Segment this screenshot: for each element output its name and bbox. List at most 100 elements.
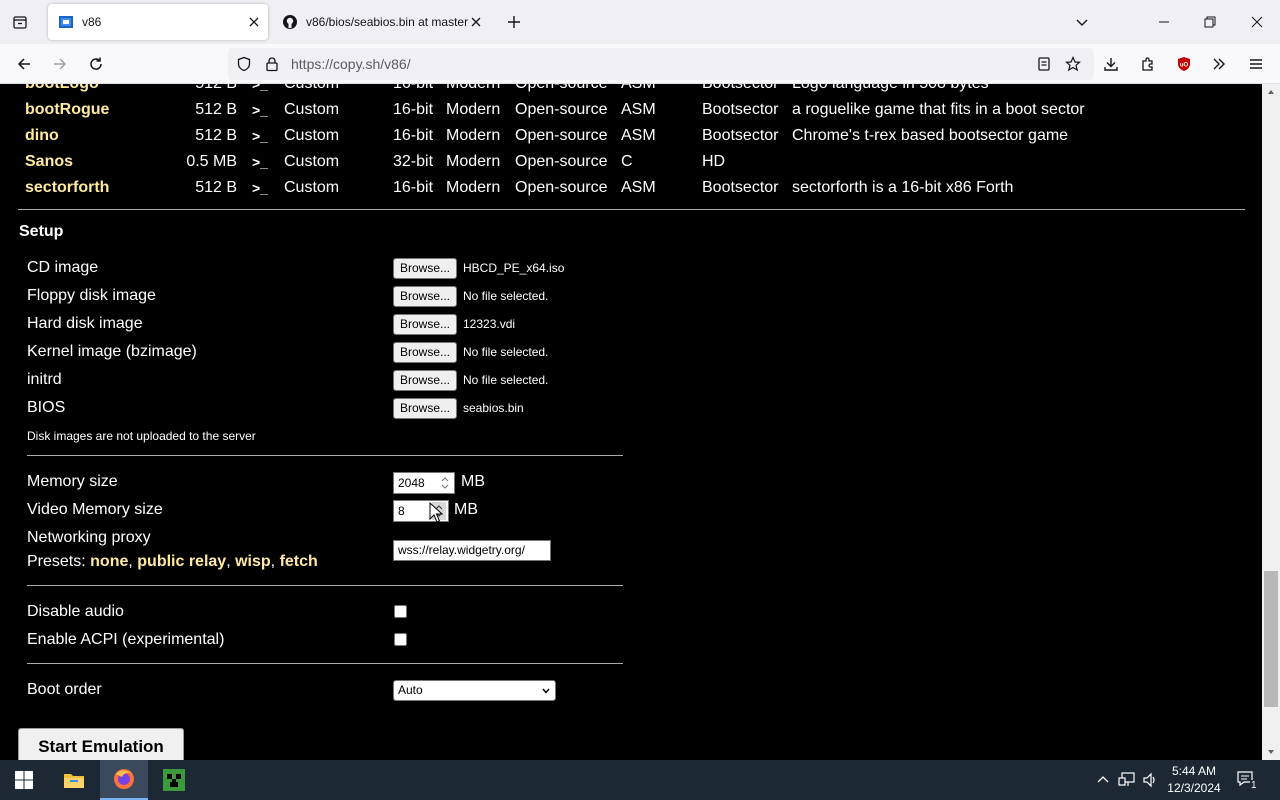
page-content: bootLogo 512 B >_ Custom 16-bit Modern Open-so… bbox=[0, 84, 1262, 760]
network-icon[interactable] bbox=[1118, 772, 1136, 788]
selected-file-name: No file selected. bbox=[463, 373, 549, 387]
os-desc-cell: sectorforth is a 16-bit x86 Forth bbox=[792, 179, 1014, 196]
os-name-link[interactable]: sectorforth bbox=[25, 179, 109, 197]
memory-size-input[interactable]: 2048 bbox=[393, 472, 455, 494]
browse-button[interactable]: Browse... bbox=[393, 342, 457, 363]
os-name-link[interactable]: bootLogo bbox=[25, 84, 99, 93]
reload-button[interactable] bbox=[82, 50, 110, 78]
preset-public-relay-link[interactable]: public relay bbox=[137, 553, 226, 570]
os-desc-cell: Chrome's t-rex based bootsector game bbox=[792, 127, 1069, 144]
file-setting-label: BIOS bbox=[27, 399, 66, 416]
lock-icon[interactable] bbox=[264, 56, 280, 72]
os-ui-cell: Custom bbox=[284, 179, 340, 196]
enable-acpi-label: Enable ACPI (experimental) bbox=[27, 631, 225, 648]
v86-favicon-icon bbox=[59, 16, 73, 28]
os-name-link[interactable]: Sanos bbox=[25, 153, 73, 171]
browse-button[interactable]: Browse... bbox=[393, 258, 457, 279]
restore-button[interactable] bbox=[1196, 8, 1224, 36]
memory-size-value: 2048 bbox=[398, 476, 425, 490]
shield-icon[interactable] bbox=[236, 56, 252, 72]
table-row: bootLogo 512 B >_ Custom 16-bit Modern Open-so… bbox=[0, 84, 1260, 98]
tab-title: v86 bbox=[82, 15, 102, 29]
os-license-cell: Open-source bbox=[515, 101, 608, 118]
show-hidden-icons-icon[interactable] bbox=[1096, 773, 1110, 787]
browse-button[interactable]: Browse... bbox=[393, 314, 457, 335]
tab-overview-button[interactable] bbox=[6, 8, 34, 36]
list-all-tabs-button[interactable] bbox=[1068, 8, 1096, 36]
divider bbox=[27, 663, 623, 664]
reader-view-icon[interactable] bbox=[1036, 56, 1052, 72]
notification-count: 1 bbox=[1250, 780, 1258, 791]
svg-text:uO: uO bbox=[1180, 63, 1189, 69]
minecraft-taskbar-button[interactable] bbox=[150, 760, 198, 800]
downloads-button[interactable] bbox=[1097, 50, 1125, 78]
os-size-cell: 512 B bbox=[195, 84, 237, 93]
new-tab-button[interactable] bbox=[500, 8, 528, 36]
file-setting-label: CD image bbox=[27, 259, 99, 276]
scroll-up-arrow-icon[interactable] bbox=[1267, 88, 1275, 96]
github-icon bbox=[283, 15, 297, 29]
overflow-menu-button[interactable] bbox=[1205, 50, 1233, 78]
download-icon bbox=[1104, 58, 1118, 71]
os-name-link[interactable]: bootRogue bbox=[25, 101, 109, 119]
video-memory-unit: MB bbox=[454, 501, 478, 518]
extensions-button[interactable] bbox=[1134, 50, 1162, 78]
disable-audio-checkbox[interactable] bbox=[394, 605, 407, 618]
notification-center-button[interactable]: 1 bbox=[1236, 770, 1260, 791]
preset-none-link[interactable]: none bbox=[90, 553, 128, 570]
arrow-right-icon bbox=[54, 58, 67, 70]
video-memory-value: 8 bbox=[398, 504, 405, 518]
close-icon bbox=[1251, 16, 1263, 28]
os-name-link[interactable]: dino bbox=[25, 127, 59, 145]
address-bar[interactable]: https://copy.sh/v86/ bbox=[228, 48, 1094, 80]
scroll-down-arrow-icon[interactable] bbox=[1267, 748, 1275, 756]
system-clock[interactable]: 5:44 AM 12/3/2024 bbox=[1160, 763, 1228, 797]
app-menu-button[interactable] bbox=[1242, 50, 1270, 78]
os-size-cell: 512 B bbox=[195, 127, 237, 144]
start-emulation-button[interactable]: Start Emulation bbox=[18, 728, 184, 760]
os-ui-icon-cell: >_ bbox=[252, 180, 268, 196]
start-button[interactable] bbox=[0, 760, 48, 800]
os-mode-cell: Modern bbox=[446, 101, 501, 118]
preset-fetch-link[interactable]: fetch bbox=[280, 553, 318, 570]
minimize-button[interactable] bbox=[1150, 8, 1178, 36]
browse-button[interactable]: Browse... bbox=[393, 370, 457, 391]
url-text[interactable]: https://copy.sh/v86/ bbox=[291, 56, 411, 72]
table-row: bootRogue 512 B >_ Custom 16-bit Modern Open-s… bbox=[0, 98, 1260, 124]
tab-github-seabios[interactable]: v86/bios/seabios.bin at master bbox=[272, 4, 490, 40]
enable-acpi-checkbox[interactable] bbox=[394, 633, 407, 646]
os-ui-icon-cell: >_ bbox=[252, 84, 268, 92]
tab-v86[interactable]: v86 bbox=[48, 4, 268, 40]
hamburger-menu-icon bbox=[1250, 59, 1262, 69]
file-setting-label: initrd bbox=[27, 371, 62, 388]
close-tab-icon[interactable] bbox=[246, 14, 262, 30]
networking-proxy-input[interactable]: wss://relay.widgetry.org/ bbox=[393, 540, 551, 561]
close-window-button[interactable] bbox=[1243, 8, 1271, 36]
file-explorer-taskbar-button[interactable] bbox=[50, 760, 98, 800]
scrollbar-thumb[interactable] bbox=[1264, 571, 1278, 707]
os-medium-cell: Bootsector bbox=[702, 179, 779, 196]
restore-icon bbox=[1204, 16, 1216, 28]
bookmark-star-icon[interactable] bbox=[1065, 56, 1081, 72]
selected-file-name: No file selected. bbox=[463, 289, 549, 303]
os-mode-cell: Modern bbox=[446, 127, 501, 144]
back-button[interactable] bbox=[10, 50, 38, 78]
browse-button[interactable]: Browse... bbox=[393, 398, 457, 419]
os-desc-cell: a roguelike game that fits in a boot sec… bbox=[792, 101, 1085, 118]
ublock-origin-button[interactable]: uO bbox=[1170, 50, 1198, 78]
double-chevron-right-icon bbox=[1213, 58, 1225, 70]
spinner-arrows-icon[interactable] bbox=[438, 474, 452, 492]
forward-button[interactable] bbox=[46, 50, 74, 78]
firefox-taskbar-button[interactable] bbox=[100, 760, 148, 800]
os-desc-cell: Logo language in 508 bytes bbox=[792, 84, 989, 93]
page-scrollbar[interactable] bbox=[1262, 84, 1280, 760]
preset-wisp-link[interactable]: wisp bbox=[235, 553, 271, 570]
os-ui-icon-cell: >_ bbox=[252, 154, 268, 170]
browse-button[interactable]: Browse... bbox=[393, 286, 457, 307]
table-divider bbox=[18, 209, 1245, 210]
close-tab-icon[interactable] bbox=[468, 14, 484, 30]
volume-icon[interactable] bbox=[1142, 772, 1158, 788]
os-arch-cell: 16-bit bbox=[393, 179, 434, 196]
file-setting-label: Kernel image (bzimage) bbox=[27, 343, 197, 360]
boot-order-select[interactable]: Auto bbox=[393, 680, 556, 701]
